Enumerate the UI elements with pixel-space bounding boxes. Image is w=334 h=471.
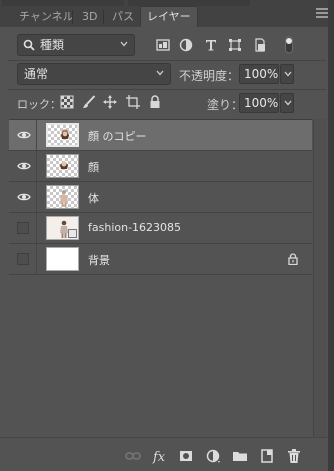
layer-list-scrollbar[interactable] <box>313 119 327 437</box>
filter-kind-value: 種類 <box>40 38 65 52</box>
smart-object-badge-icon <box>68 229 77 238</box>
layer-thumbnail[interactable] <box>46 185 79 209</box>
layer-row[interactable]: 体 <box>9 182 312 213</box>
smart-object-filter-icon[interactable] <box>253 38 267 52</box>
layer-thumbnail[interactable] <box>46 247 79 271</box>
fill-label: 塗り： <box>207 98 244 112</box>
lock-all-icon[interactable] <box>148 95 162 109</box>
layers-footer: fx <box>0 437 334 471</box>
visibility-toggle[interactable] <box>9 213 37 243</box>
layer-name[interactable]: 体 <box>88 190 99 206</box>
layer-thumbnail[interactable] <box>46 123 79 147</box>
search-icon <box>23 39 35 51</box>
tab-channels[interactable]: チャンネル <box>12 6 81 27</box>
lock-icon <box>288 253 298 265</box>
figure-thumbnail-icon <box>60 190 68 207</box>
eye-icon <box>17 162 31 170</box>
divider <box>8 60 326 61</box>
divider <box>8 89 326 90</box>
visibility-toggle[interactable] <box>9 120 37 150</box>
layer-row[interactable]: 背景 <box>9 244 312 275</box>
pixel-filter-icon[interactable] <box>156 38 170 52</box>
fx-icon[interactable]: fx <box>152 448 168 464</box>
new-layer-icon[interactable] <box>259 448 275 464</box>
fill-input[interactable]: 100% <box>239 93 279 113</box>
shape-filter-icon[interactable] <box>228 38 242 52</box>
tab-paths[interactable]: パス <box>105 6 141 27</box>
layer-row[interactable]: 顔 のコピー <box>9 120 312 151</box>
tab-separator <box>72 10 73 24</box>
layer-thumbnail[interactable] <box>46 154 79 178</box>
filter-kind-select[interactable]: 種類 <box>17 34 135 56</box>
layer-name[interactable]: 顔 <box>88 159 99 175</box>
adjustment-filter-icon[interactable] <box>179 38 193 52</box>
delete-layer-icon[interactable] <box>286 448 302 464</box>
layer-name[interactable]: fashion-1623085 <box>88 221 181 234</box>
lock-image-pixels-icon[interactable] <box>82 95 96 109</box>
eye-icon <box>17 193 31 201</box>
blend-mode-select[interactable]: 通常 <box>17 63 171 85</box>
lock-row: ロック： 塗り： 100% <box>0 92 334 114</box>
layer-list: 顔 のコピー 顔 体 fashion-1623085 背景 <box>9 119 312 437</box>
add-mask-icon[interactable] <box>178 448 194 464</box>
chevron-down-icon <box>156 70 164 76</box>
chevron-down-icon <box>284 100 292 106</box>
lock-label: ロック： <box>17 98 61 111</box>
figure-thumbnail-icon <box>60 161 68 169</box>
visibility-toggle[interactable] <box>9 182 37 212</box>
figure-thumbnail-icon <box>61 129 69 139</box>
layer-filter-row: 種類 <box>0 34 334 58</box>
svg-text:fx: fx <box>152 450 166 464</box>
eye-icon <box>17 131 31 139</box>
new-group-icon[interactable] <box>232 448 248 464</box>
panel-tab-bar: チャンネル 3D パス レイヤー <box>0 0 334 27</box>
visibility-toggle[interactable] <box>9 244 37 274</box>
tab-3d[interactable]: 3D <box>75 6 104 27</box>
tab-separator <box>103 10 104 24</box>
tab-layers[interactable]: レイヤー <box>140 6 198 27</box>
filter-toggle-icon[interactable] <box>284 36 294 54</box>
lock-artboard-icon[interactable] <box>126 95 140 109</box>
visibility-off-box <box>17 222 29 234</box>
panel-edge <box>328 0 334 471</box>
blend-row: 通常 不透明度： 100% <box>0 63 334 87</box>
layer-thumbnail[interactable] <box>46 216 79 240</box>
chevron-down-icon <box>284 71 292 77</box>
lock-transparent-pixels-icon[interactable] <box>60 95 74 109</box>
lock-position-icon[interactable] <box>103 95 117 109</box>
opacity-dropdown[interactable] <box>280 64 294 84</box>
visibility-toggle[interactable] <box>9 151 37 181</box>
layer-row[interactable]: fashion-1623085 <box>9 213 312 244</box>
chevron-down-icon <box>120 41 128 47</box>
opacity-label: 不透明度： <box>179 69 240 83</box>
layer-name[interactable]: 顔 のコピー <box>88 128 147 144</box>
adjustment-layer-icon[interactable] <box>205 448 221 464</box>
link-layers-icon[interactable] <box>125 448 141 464</box>
fill-dropdown[interactable] <box>280 93 294 113</box>
layer-name[interactable]: 背景 <box>88 252 110 268</box>
visibility-off-box <box>17 253 29 265</box>
layers-panel: チャンネル 3D パス レイヤー 種類 通常 不透明度： 100% ロック： 塗… <box>0 0 334 471</box>
layer-row[interactable]: 顔 <box>9 151 312 182</box>
opacity-input[interactable]: 100% <box>239 64 279 84</box>
blend-mode-value: 通常 <box>24 67 49 81</box>
type-filter-icon[interactable] <box>204 38 218 52</box>
